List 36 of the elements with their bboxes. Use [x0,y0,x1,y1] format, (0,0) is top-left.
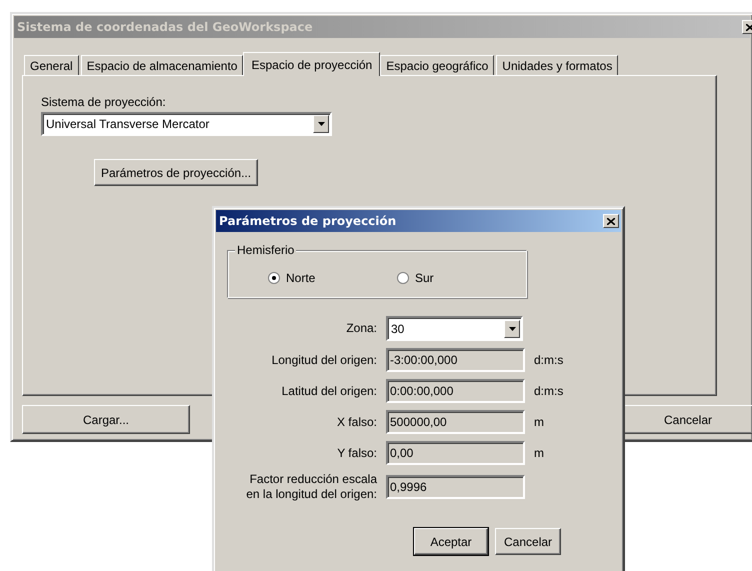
close-button[interactable] [603,214,619,228]
tab[interactable]: Unidades y formatos [496,55,618,75]
close-icon [607,218,615,224]
unit-label: d:m:s [534,384,564,398]
window-title: Parámetros de proyección [219,214,396,228]
tab[interactable]: Espacio de almacenamiento [80,55,244,75]
input-field[interactable]: 500000,00 [386,410,525,434]
input-field[interactable]: 0,00 [386,441,525,465]
input-field[interactable]: 0,9996 [386,475,525,499]
unit-label: d:m:s [534,353,564,367]
parameters-button[interactable]: Parámetros de proyección... [94,159,258,186]
dropdown[interactable]: 30 [386,316,523,341]
unit-label: m [534,415,545,429]
dropdown[interactable]: Universal Transverse Mercator [41,112,332,136]
group-label: Hemisferio [235,243,296,257]
radio-option[interactable]: Norte [268,271,397,285]
input-field[interactable]: -3:00:00,000 [386,348,525,372]
field-label: Longitud del origen: [270,352,377,368]
cancel-button[interactable]: Cancelar [495,528,562,555]
field-label: Zona: [345,321,377,336]
close-icon [746,24,752,30]
tab[interactable]: Espacio geográfico [380,55,494,75]
field-label: Latitud del origen: [280,384,377,398]
accept-button[interactable]: Aceptar [414,528,488,555]
window-title: Sistema de coordenadas del GeoWorkspace [17,20,313,34]
unit-label: m [534,446,545,460]
radio-option[interactable]: Sur [397,271,526,285]
cancel-button[interactable]: Cancelar [623,405,752,434]
tab[interactable]: Espacio de proyección [243,52,380,76]
field-label: Sistema de proyección: [41,95,166,109]
field-label: X falso: [336,414,377,430]
tab[interactable]: General [24,55,79,75]
field-label: Y falso: [336,446,377,460]
input-field[interactable]: 0:00:00,000 [386,379,525,403]
field-label: Factor reducción escala en la longitud del origen: [245,472,377,502]
load-button[interactable]: Cargar... [22,405,190,434]
